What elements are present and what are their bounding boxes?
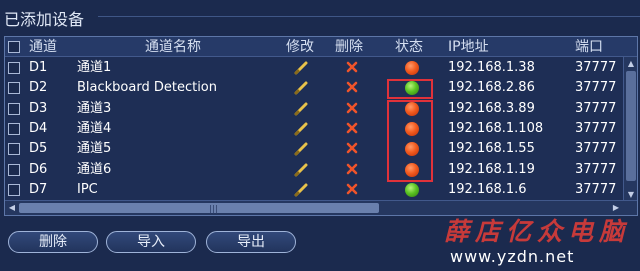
channel-id: D6 xyxy=(29,161,48,177)
row-checkbox[interactable] xyxy=(8,143,20,156)
channel-name: 通道6 xyxy=(77,161,112,177)
ip-address: 192.168.1.19 xyxy=(448,161,535,177)
edit-pencil-icon[interactable] xyxy=(294,119,308,139)
port-number: 37777 xyxy=(575,141,617,157)
header-delete: 删除 xyxy=(335,39,363,55)
channel-name: 通道1 xyxy=(77,60,112,75)
watermark-url: www.yzdn.net xyxy=(450,247,575,266)
port-number: 37777 xyxy=(575,181,617,197)
delete-cross-icon[interactable] xyxy=(346,119,358,139)
title-divider xyxy=(98,16,640,17)
port-number: 37777 xyxy=(575,120,617,136)
channel-id: D2 xyxy=(29,80,48,96)
table-header: 通道 通道名称 修改 删除 状态 IP地址 端口 xyxy=(5,37,637,57)
table-row[interactable]: D4 通道4 192.168.1.108 37777 xyxy=(5,119,637,139)
row-checkbox[interactable] xyxy=(8,183,20,196)
channel-name: 通道5 xyxy=(77,141,112,157)
edit-pencil-icon[interactable] xyxy=(294,78,308,98)
delete-cross-icon[interactable] xyxy=(346,180,358,200)
header-status[interactable]: 状态 xyxy=(395,37,423,57)
horizontal-scroll-thumb[interactable]: ||| xyxy=(19,203,379,215)
channel-name: 通道3 xyxy=(77,100,112,116)
row-checkbox[interactable] xyxy=(8,82,20,95)
header-channel[interactable]: 通道 xyxy=(29,37,57,57)
delete-cross-icon[interactable] xyxy=(346,99,358,119)
delete-cross-icon[interactable] xyxy=(346,160,358,180)
channel-name: IPC xyxy=(77,181,98,197)
row-checkbox[interactable] xyxy=(8,163,20,176)
table-row[interactable]: D3 通道3 192.168.3.89 37777 xyxy=(5,99,637,119)
vertical-scrollbar[interactable]: ▲ ▼ xyxy=(623,57,637,202)
edit-pencil-icon[interactable] xyxy=(294,180,308,200)
channel-name: Blackboard Detection xyxy=(77,80,217,96)
row-checkbox[interactable] xyxy=(8,102,20,115)
row-checkbox[interactable] xyxy=(8,62,20,74)
ip-address: 192.168.1.38 xyxy=(448,60,535,75)
ip-address: 192.168.1.55 xyxy=(448,141,535,157)
highlight-box-offline xyxy=(387,100,433,182)
table-row[interactable]: D2 Blackboard Detection 192.168.2.86 37777 xyxy=(5,78,637,98)
delete-cross-icon[interactable] xyxy=(346,139,358,159)
select-all-checkbox[interactable] xyxy=(8,41,20,53)
edit-pencil-icon[interactable] xyxy=(294,99,308,119)
edit-pencil-icon[interactable] xyxy=(294,139,308,159)
port-number: 37777 xyxy=(575,60,617,75)
row-checkbox[interactable] xyxy=(8,122,20,135)
port-number: 37777 xyxy=(575,80,617,96)
table-row[interactable]: D7 IPC 192.168.1.6 37777 xyxy=(5,180,637,200)
edit-pencil-icon[interactable] xyxy=(294,160,308,180)
table-row[interactable]: D6 通道6 192.168.1.19 37777 xyxy=(5,160,637,180)
status-green-dot-icon xyxy=(405,182,419,197)
channel-id: D7 xyxy=(29,181,48,197)
table-row[interactable]: D1 通道1 192.168.1.38 37777 xyxy=(5,58,637,78)
delete-cross-icon[interactable] xyxy=(346,78,358,98)
delete-button[interactable]: 删除 xyxy=(8,231,98,253)
header-edit: 修改 xyxy=(286,39,314,55)
delete-cross-icon[interactable] xyxy=(346,58,358,78)
scroll-grip-icon: ||| xyxy=(209,205,219,215)
port-number: 37777 xyxy=(575,100,617,116)
watermark-text: 薛店亿众电脑 xyxy=(444,217,631,246)
highlight-box-online xyxy=(387,79,433,99)
scroll-up-icon[interactable]: ▲ xyxy=(625,58,637,70)
panel-title: 已添加设备 xyxy=(4,10,85,29)
ip-address: 192.168.1.108 xyxy=(448,120,544,136)
status-red-dot-icon xyxy=(405,61,419,75)
import-button[interactable]: 导入 xyxy=(106,231,196,253)
device-table: 通道 通道名称 修改 删除 状态 IP地址 端口 D1 通道1 192.168.1.… xyxy=(4,36,638,216)
header-port[interactable]: 端口 xyxy=(575,37,603,57)
channel-id: D3 xyxy=(29,100,48,116)
channel-id: D1 xyxy=(29,60,48,75)
table-row[interactable]: D5 通道5 192.168.1.55 37777 xyxy=(5,139,637,159)
ip-address: 192.168.1.6 xyxy=(448,181,527,197)
export-button[interactable]: 导出 xyxy=(206,231,296,253)
ip-address: 192.168.3.89 xyxy=(448,100,535,116)
channel-id: D5 xyxy=(29,141,48,157)
header-ip[interactable]: IP地址 xyxy=(448,37,489,57)
vertical-scroll-thumb[interactable] xyxy=(626,71,636,181)
channel-id: D4 xyxy=(29,120,48,136)
scroll-left-icon[interactable]: ◀ xyxy=(6,202,18,214)
header-name[interactable]: 通道名称 xyxy=(145,37,201,57)
port-number: 37777 xyxy=(575,161,617,177)
ip-address: 192.168.2.86 xyxy=(448,80,535,96)
channel-name: 通道4 xyxy=(77,120,112,136)
edit-pencil-icon[interactable] xyxy=(294,58,308,78)
